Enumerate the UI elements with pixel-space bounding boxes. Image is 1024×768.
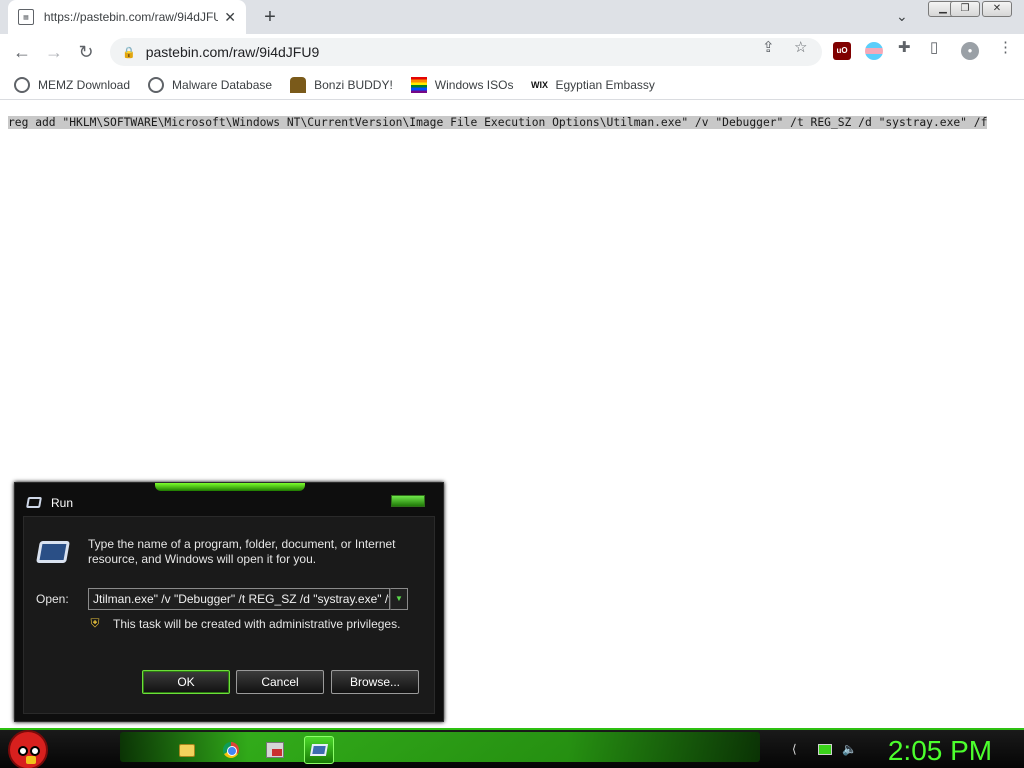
taskbar-chrome[interactable] bbox=[216, 736, 246, 764]
dialog-body: Type the name of a program, folder, docu… bbox=[23, 516, 435, 714]
globe-icon bbox=[14, 76, 30, 93]
taskbar-clock[interactable]: 2:05 PM bbox=[870, 734, 1010, 768]
bookmark-memz[interactable]: MEMZ Download bbox=[14, 76, 131, 93]
menu-kebab-icon[interactable]: ⋮ bbox=[998, 38, 1013, 56]
regedit-icon bbox=[266, 742, 284, 758]
selected-text[interactable]: reg add "HKLM\SOFTWARE\Microsoft\Windows… bbox=[8, 116, 988, 129]
cancel-button[interactable]: Cancel bbox=[236, 670, 324, 694]
bookmark-label: Bonzi BUDDY! bbox=[314, 77, 393, 92]
start-button[interactable] bbox=[8, 730, 48, 768]
open-input[interactable]: Jtilman.exe" /v "Debugger" /t REG_SZ /d … bbox=[88, 588, 390, 610]
bookmark-star-icon[interactable]: ☆ bbox=[794, 38, 807, 56]
dialog-description: Type the name of a program, folder, docu… bbox=[88, 537, 396, 566]
browse-button[interactable]: Browse... bbox=[331, 670, 419, 694]
bookmark-label: Malware Database bbox=[172, 77, 273, 92]
browser-toolbar: ← → ↻ 🔒 pastebin.com/raw/9i4dJFU9 ⇪ ☆ uO… bbox=[0, 34, 1024, 70]
run-icon bbox=[309, 744, 329, 756]
extensions-puzzle-icon[interactable]: ✚ bbox=[898, 38, 911, 56]
start-eye-right bbox=[30, 746, 40, 756]
tab-title: https://pastebin.com/raw/9i4dJFU9 bbox=[43, 10, 219, 24]
taskbar: ⟨ 🔈 2:05 PM bbox=[0, 728, 1024, 768]
input-indicator-icon[interactable]: ⟨ bbox=[792, 742, 797, 756]
forward-button[interactable]: → bbox=[42, 40, 66, 64]
admin-note: This task will be created with administr… bbox=[113, 617, 401, 631]
ok-button[interactable]: OK bbox=[142, 670, 230, 694]
dialog-title: Run bbox=[51, 496, 74, 510]
new-tab-button[interactable]: + bbox=[258, 6, 282, 29]
folder-icon bbox=[179, 743, 195, 757]
start-beak bbox=[26, 756, 36, 764]
extension-flag-icon[interactable] bbox=[865, 42, 883, 60]
tab-search-icon[interactable]: ⌄ bbox=[896, 8, 908, 25]
ublock-icon[interactable]: uO bbox=[833, 42, 851, 60]
bookmark-egyptian-embassy[interactable]: WIX Egyptian Embassy bbox=[530, 77, 655, 93]
dialog-close-button[interactable] bbox=[391, 495, 425, 507]
uac-shield-icon: ⛨ bbox=[90, 616, 100, 630]
taskbar-run[interactable] bbox=[304, 736, 334, 764]
browser-tab[interactable]: ▦ https://pastebin.com/raw/9i4dJFU9 ✕ bbox=[8, 0, 246, 34]
globe-icon bbox=[148, 76, 165, 93]
profile-avatar-icon[interactable]: ● bbox=[961, 42, 979, 60]
start-eye-left bbox=[18, 746, 28, 756]
tab-strip: ▦ https://pastebin.com/raw/9i4dJFU9 ✕ + … bbox=[0, 0, 1024, 34]
reload-button[interactable]: ↻ bbox=[74, 40, 98, 64]
lock-icon: 🔒 bbox=[122, 46, 136, 59]
taskbar-explorer[interactable] bbox=[172, 736, 202, 764]
bonzi-icon bbox=[290, 76, 307, 93]
network-icon[interactable] bbox=[818, 744, 832, 755]
chevron-down-icon[interactable]: ▼ bbox=[390, 588, 408, 610]
bookmarks-bar: MEMZ Download Malware Database Bonzi BUD… bbox=[0, 70, 1024, 100]
address-bar[interactable]: 🔒 pastebin.com/raw/9i4dJFU9 bbox=[110, 38, 822, 66]
close-window-button[interactable]: ✕ bbox=[982, 1, 1012, 17]
bookmark-windows-isos[interactable]: Windows ISOs bbox=[410, 76, 514, 93]
address-url[interactable]: pastebin.com/raw/9i4dJFU9 bbox=[146, 44, 320, 60]
title-glow bbox=[155, 483, 305, 491]
bookmark-malware-database[interactable]: Malware Database bbox=[148, 76, 273, 93]
open-label: Open: bbox=[36, 592, 69, 606]
page-icon: ▦ bbox=[18, 9, 34, 25]
bookmark-bonzi-buddy[interactable]: Bonzi BUDDY! bbox=[290, 76, 393, 93]
run-dialog: Run Type the name of a program, folder, … bbox=[14, 482, 444, 722]
share-icon[interactable]: ⇪ bbox=[762, 38, 775, 56]
close-tab-icon[interactable]: ✕ bbox=[224, 9, 236, 26]
bookmark-label: Windows ISOs bbox=[434, 77, 514, 92]
side-panel-icon[interactable]: ▯ bbox=[930, 38, 938, 56]
raw-paste-text: reg add "HKLM\SOFTWARE\Microsoft\Windows… bbox=[8, 116, 1022, 130]
run-icon bbox=[26, 497, 42, 508]
bookmark-label: MEMZ Download bbox=[38, 77, 131, 92]
bookmark-label: Egyptian Embassy bbox=[555, 77, 655, 92]
volume-icon[interactable]: 🔈 bbox=[842, 742, 857, 756]
back-button[interactable]: ← bbox=[10, 40, 34, 64]
taskbar-regedit[interactable] bbox=[260, 736, 290, 764]
wix-icon: WIX bbox=[530, 79, 548, 90]
run-program-icon bbox=[36, 541, 70, 563]
restore-button[interactable]: ❐ bbox=[950, 1, 980, 17]
chrome-icon bbox=[223, 742, 239, 758]
rainbow-flag-icon bbox=[410, 76, 427, 93]
